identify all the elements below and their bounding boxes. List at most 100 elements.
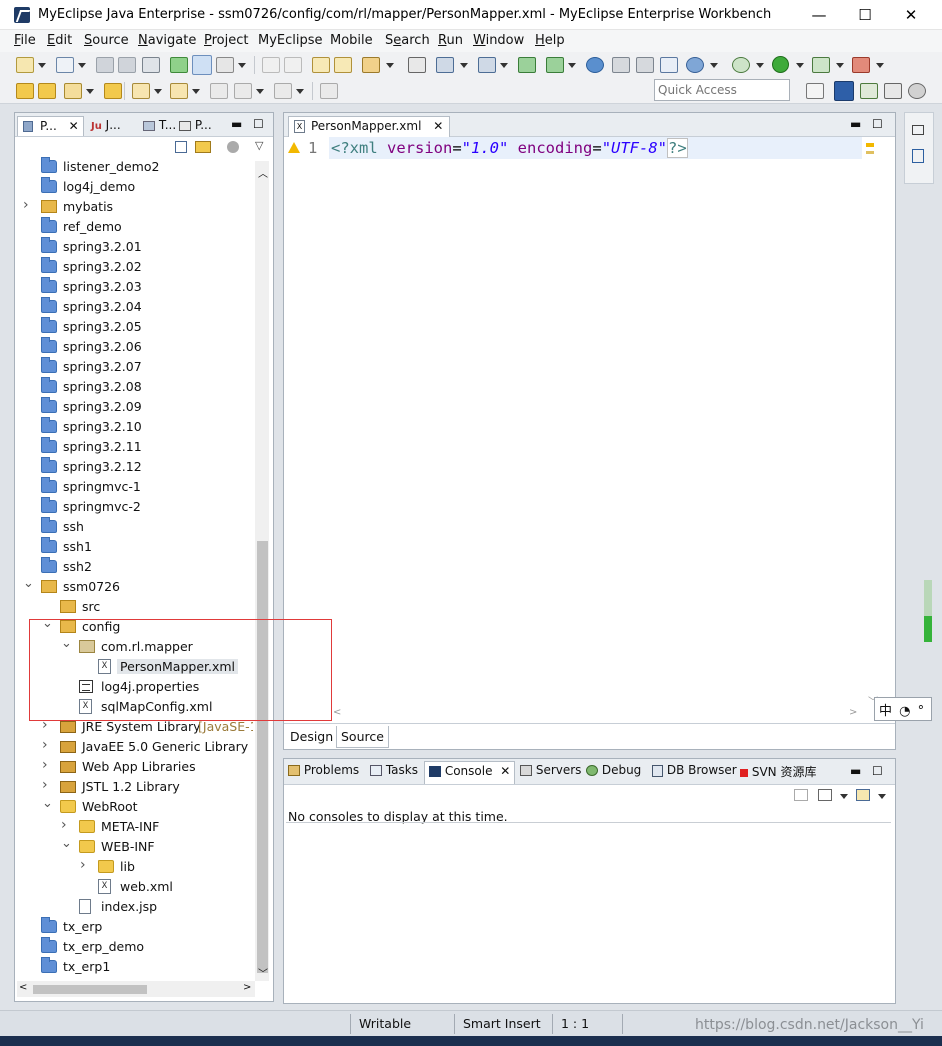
new-wizard-icon[interactable] <box>64 83 82 99</box>
menu-edit[interactable]: Edit <box>47 33 72 48</box>
redo-edit-icon[interactable] <box>284 57 302 73</box>
tree-item-tx-erp[interactable]: tx_erp <box>15 917 253 937</box>
deploy-icon[interactable] <box>170 57 188 73</box>
tree-item-ssh1[interactable]: ssh1 <box>15 537 253 557</box>
pin-editor-icon[interactable] <box>320 83 338 99</box>
vertical-scrollbar[interactable]: ︿ ﹀ <box>255 161 269 981</box>
menu-myeclipse[interactable]: MyEclipse <box>258 33 323 48</box>
tree-item-src[interactable]: src <box>15 597 253 617</box>
expand-chevron-icon[interactable]: › <box>42 757 52 773</box>
tree-item-web-inf[interactable]: ⌄ WEB-INF <box>15 836 253 857</box>
tree-item-springmvc-1[interactable]: springmvc-1 <box>15 477 253 497</box>
tree-item-javaee-5-0-generic-library[interactable]: › JavaEE 5.0 Generic Library <box>15 737 253 757</box>
tree-item-web-xml[interactable]: Xweb.xml <box>15 877 253 897</box>
tree-item-spring3-2-11[interactable]: spring3.2.11 <box>15 437 253 457</box>
focus-icon[interactable] <box>227 141 239 153</box>
tree-item-ssh[interactable]: ssh <box>15 517 253 537</box>
minimize-view-icon[interactable]: ▬ <box>231 117 242 131</box>
ime-punctuation-icon[interactable]: ° <box>918 704 925 719</box>
debug-bug-icon[interactable] <box>732 57 750 73</box>
collapse-chevron-icon[interactable]: ⌄ <box>42 796 53 811</box>
menu-file[interactable]: File <box>14 33 36 48</box>
new-dropdown-icon[interactable] <box>38 63 46 68</box>
run-icon[interactable] <box>772 56 789 73</box>
menu-navigate[interactable]: Navigate <box>138 33 196 48</box>
close-window-button[interactable]: ✕ <box>888 0 934 30</box>
tree-item-tx-erp1[interactable]: tx_erp1 <box>15 957 253 977</box>
tab-debug[interactable]: Debug <box>586 763 641 777</box>
expand-chevron-icon[interactable]: › <box>23 197 33 213</box>
tab-project-explorer[interactable]: P... <box>175 116 216 136</box>
display-console-dropdown-icon[interactable] <box>840 794 848 799</box>
query-dropdown-icon[interactable] <box>500 63 508 68</box>
scroll-left-icon[interactable]: < <box>333 707 341 718</box>
close-tab-icon[interactable]: ✕ <box>433 119 443 133</box>
new-file-icon[interactable] <box>56 57 74 73</box>
minimize-button[interactable]: — <box>796 0 842 30</box>
collapse-chevron-icon[interactable]: ⌄ <box>23 576 34 591</box>
outline-icon[interactable] <box>912 149 924 163</box>
maximize-view-icon[interactable]: ☐ <box>253 117 264 131</box>
tree-item-spring3-2-03[interactable]: spring3.2.03 <box>15 277 253 297</box>
tree-item-webroot[interactable]: ⌄ WebRoot <box>15 796 253 817</box>
tree-item-spring3-2-06[interactable]: spring3.2.06 <box>15 337 253 357</box>
tree-item-tx-erp-demo[interactable]: tx_erp_demo <box>15 937 253 957</box>
tab-db-browser[interactable]: DB Browser <box>652 763 737 777</box>
server-dropdown-icon[interactable] <box>568 63 576 68</box>
last-edit-location-icon[interactable] <box>210 83 228 99</box>
close-tab-icon[interactable]: ✕ <box>69 119 79 133</box>
web-icon[interactable] <box>636 57 654 73</box>
snippet-icon[interactable] <box>408 57 426 73</box>
tab-problems[interactable]: Problems <box>288 763 359 777</box>
collapse-all-icon[interactable] <box>175 141 187 153</box>
scroll-right-icon[interactable]: > <box>243 982 251 993</box>
open-web-browser-icon[interactable] <box>686 57 704 73</box>
restore-icon[interactable] <box>912 125 924 135</box>
maximize-button[interactable]: ☐ <box>842 0 888 30</box>
pin-console-icon[interactable] <box>794 789 808 801</box>
new-web-service-icon[interactable] <box>660 57 678 73</box>
previous-annotation-dropdown-icon[interactable] <box>192 89 200 94</box>
tree-item-ref-demo[interactable]: ref_demo <box>15 217 253 237</box>
open-folder-icon[interactable] <box>16 83 34 99</box>
tree-item-spring3-2-07[interactable]: spring3.2.07 <box>15 357 253 377</box>
tab-servers[interactable]: Servers <box>520 763 581 777</box>
debug-dropdown-icon[interactable] <box>756 63 764 68</box>
browser-globe-icon[interactable] <box>586 57 604 73</box>
tree-item-web-app-libraries[interactable]: › Web App Libraries <box>15 757 253 777</box>
scrollbar-thumb[interactable] <box>257 541 268 973</box>
open-task-icon[interactable] <box>104 83 122 99</box>
view-menu-icon[interactable]: ▽ <box>255 139 263 152</box>
tree-item-listener-demo2[interactable]: listener_demo2 <box>15 157 253 177</box>
menu-run[interactable]: Run <box>438 33 463 48</box>
tree-item-ssm0726[interactable]: ⌄ ssm0726 <box>15 576 253 597</box>
menu-mobile[interactable]: Mobile <box>330 33 373 48</box>
tree-item-jstl-1-2-library[interactable]: › JSTL 1.2 Library <box>15 777 253 797</box>
previous-annotation-icon[interactable] <box>170 83 188 99</box>
ime-moon-icon[interactable]: ◔ <box>899 704 910 719</box>
tree-item-spring3-2-10[interactable]: spring3.2.10 <box>15 417 253 437</box>
build-dropdown-icon[interactable] <box>238 63 246 68</box>
external-dropdown-icon[interactable] <box>836 63 844 68</box>
tree-item-spring3-2-08[interactable]: spring3.2.08 <box>15 377 253 397</box>
run-external-icon[interactable] <box>812 57 830 73</box>
tab-design[interactable]: Design <box>286 726 337 748</box>
print-icon[interactable] <box>142 57 160 73</box>
new-file-dropdown-icon[interactable] <box>78 63 86 68</box>
forward-dropdown-icon[interactable] <box>296 89 304 94</box>
tree-item-spring3-2-09[interactable]: spring3.2.09 <box>15 397 253 417</box>
save-icon[interactable] <box>96 57 114 73</box>
stop-dropdown-icon[interactable] <box>876 63 884 68</box>
warning-marker[interactable] <box>866 143 874 147</box>
tree-item-lib[interactable]: › lib <box>15 857 253 877</box>
ime-toolbar[interactable]: 中 ◔ ° <box>874 697 932 721</box>
tree-item-mybatis[interactable]: › mybatis <box>15 197 253 217</box>
debug-perspective-icon[interactable] <box>860 83 878 99</box>
tab-console[interactable]: Console ✕ <box>424 761 516 784</box>
maximize-view-icon[interactable]: ☐ <box>872 764 883 778</box>
minimize-view-icon[interactable]: ▬ <box>850 764 861 778</box>
menu-search[interactable]: Search <box>385 33 430 48</box>
tab-source[interactable]: Source <box>336 726 389 748</box>
overview-ruler[interactable] <box>862 137 878 715</box>
search-dropdown-icon[interactable] <box>460 63 468 68</box>
